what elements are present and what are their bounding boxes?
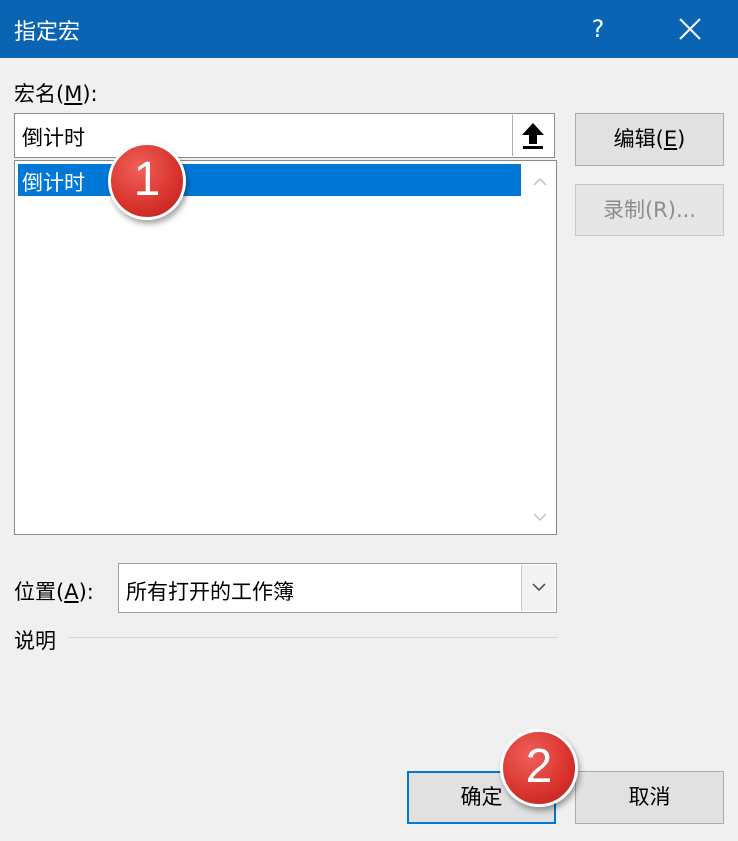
up-arrow-icon — [522, 123, 544, 149]
scroll-down-icon[interactable] — [533, 512, 547, 522]
window-title: 指定宏 — [14, 20, 81, 45]
location-label: 位置(A): — [14, 580, 94, 604]
location-select[interactable]: 所有打开的工作簿 — [118, 563, 557, 613]
macro-name-label: 宏名(M): — [14, 82, 98, 106]
step-1-badge: 1 — [108, 142, 186, 220]
location-value: 所有打开的工作簿 — [126, 580, 294, 604]
location-dropdown-button[interactable] — [521, 565, 555, 611]
step-2-badge: 2 — [500, 729, 578, 807]
macro-name-value[interactable]: 倒计时 — [22, 122, 85, 152]
description-label: 说明 — [14, 629, 56, 653]
close-icon — [679, 18, 701, 40]
edit-button[interactable]: 编辑(E) — [575, 113, 724, 166]
chevron-down-icon — [532, 583, 546, 592]
macro-list[interactable]: 倒计时 — [14, 160, 557, 535]
macro-name-input[interactable]: 倒计时 — [14, 113, 555, 158]
scroll-up-icon[interactable] — [533, 177, 547, 187]
cancel-button[interactable]: 取消 — [575, 771, 724, 824]
list-item[interactable]: 倒计时 — [18, 164, 521, 196]
description-divider — [68, 637, 558, 638]
record-button[interactable]: 录制(R)... — [575, 184, 724, 236]
collapse-button[interactable] — [512, 115, 553, 156]
close-button[interactable] — [660, 0, 720, 58]
help-button[interactable]: ? — [570, 0, 626, 58]
title-bar: 指定宏 ? — [0, 0, 738, 58]
